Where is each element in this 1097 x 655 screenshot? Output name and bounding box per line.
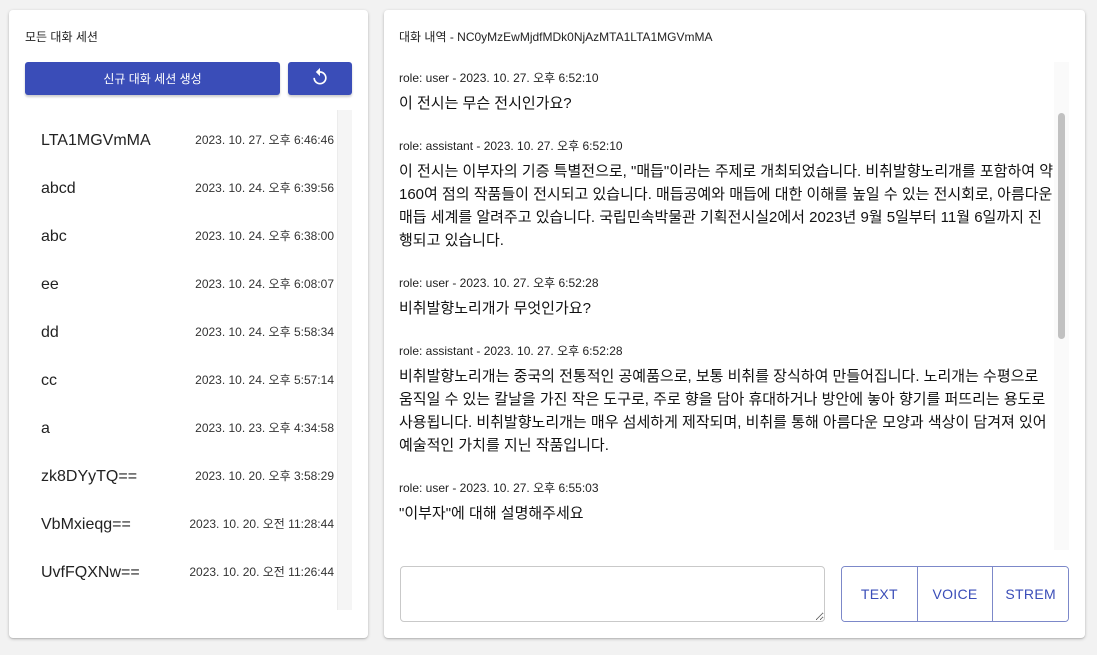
message-text: 이 전시는 무슨 전시인가요? [399, 95, 572, 112]
session-time: 2023. 10. 23. 오후 4:34:58 [195, 421, 334, 435]
session-time: 2023. 10. 27. 오후 6:46:46 [195, 133, 334, 147]
chat-history: role: user - 2023. 10. 27. 오후 6:52:10 이 … [399, 62, 1054, 550]
new-session-button[interactable]: 신규 대화 세션 생성 [25, 62, 280, 95]
session-name: VbMxieqg== [41, 516, 131, 533]
message-text: 비취발향노리개가 무엇인가요? [399, 300, 591, 317]
conversation-title: 대화 내역 - NC0yMzEwMjdfMDk0NjAzMTA1LTA1MGVm… [399, 30, 713, 44]
message-meta: role: assistant - 2023. 10. 27. 오후 6:52:… [399, 139, 623, 153]
conversation-panel: 대화 내역 - NC0yMzEwMjdfMDk0NjAzMTA1LTA1MGVm… [384, 10, 1085, 638]
session-name: a [41, 420, 50, 437]
voice-mode-button[interactable]: VOICE [916, 567, 993, 621]
session-item[interactable]: dd 2023. 10. 24. 오후 5:58:34 [25, 302, 351, 350]
session-name: LTA1MGVmMA [41, 132, 151, 149]
session-time: 2023. 10. 20. 오전 11:28:44 [189, 517, 334, 531]
chat-message: role: user - 2023. 10. 27. 오후 6:52:10 이 … [399, 69, 1054, 115]
sessions-panel-title: 모든 대화 세션 [25, 30, 98, 44]
session-name: ee [41, 276, 59, 293]
session-name: abcd [41, 180, 76, 197]
message-meta: role: user - 2023. 10. 27. 오후 6:52:10 [399, 71, 599, 85]
session-item[interactable]: ee 2023. 10. 24. 오후 6:08:07 [25, 254, 351, 302]
session-item[interactable]: a 2023. 10. 23. 오후 4:34:58 [25, 398, 351, 446]
session-item[interactable]: UvfFQXNw== 2023. 10. 20. 오전 11:26:44 [25, 542, 351, 590]
session-item[interactable]: zk8DYyTQ== 2023. 10. 20. 오후 3:58:29 [25, 446, 351, 494]
session-time: 2023. 10. 20. 오전 11:26:44 [189, 565, 334, 579]
session-time: 2023. 10. 24. 오후 5:57:14 [195, 373, 334, 387]
session-list: LTA1MGVmMA 2023. 10. 27. 오후 6:46:46 abcd… [25, 110, 351, 610]
refresh-button[interactable] [288, 62, 352, 95]
chat-scrollbar[interactable] [1054, 62, 1069, 550]
session-name: abc [41, 228, 67, 245]
session-name: zk8DYyTQ== [41, 468, 138, 485]
session-time: 2023. 10. 20. 오후 3:58:29 [195, 469, 334, 483]
session-time: 2023. 10. 24. 오후 6:08:07 [195, 277, 334, 291]
chat-message: role: user - 2023. 10. 27. 오후 6:52:28 비취… [399, 274, 1054, 320]
session-item[interactable]: cc 2023. 10. 24. 오후 5:57:14 [25, 350, 351, 398]
session-time: 2023. 10. 24. 오후 6:39:56 [195, 181, 334, 195]
message-input[interactable] [400, 566, 825, 622]
session-item[interactable]: abcd 2023. 10. 24. 오후 6:39:56 [25, 158, 351, 206]
session-item[interactable]: LTA1MGVmMA 2023. 10. 27. 오후 6:46:46 [25, 110, 351, 158]
session-time: 2023. 10. 24. 오후 6:38:00 [195, 229, 334, 243]
chat-scrollbar-thumb[interactable] [1058, 113, 1065, 339]
message-text: 비취발향노리개는 중국의 전통적인 공예품으로, 보통 비취를 장식하여 만들어… [399, 368, 1047, 454]
refresh-icon [310, 67, 330, 90]
session-list-scrollbar[interactable] [337, 110, 352, 610]
send-mode-button-group: TEXT VOICE STREM [841, 566, 1069, 622]
message-meta: role: user - 2023. 10. 27. 오후 6:55:03 [399, 481, 599, 495]
session-item[interactable]: VbMxieqg== 2023. 10. 20. 오전 11:28:44 [25, 494, 351, 542]
chat-message: role: user - 2023. 10. 27. 오후 6:55:03 "이… [399, 479, 1054, 525]
chat-message: role: assistant - 2023. 10. 27. 오후 6:52:… [399, 342, 1054, 457]
session-item[interactable]: abc 2023. 10. 24. 오후 6:38:00 [25, 206, 351, 254]
message-meta: role: user - 2023. 10. 27. 오후 6:52:28 [399, 276, 599, 290]
chat-message: role: assistant - 2023. 10. 27. 오후 6:52:… [399, 137, 1054, 252]
sessions-panel: 모든 대화 세션 신규 대화 세션 생성 LTA1MGVmMA 2023. 10… [9, 10, 368, 638]
session-name: UvfFQXNw== [41, 564, 140, 581]
message-meta: role: assistant - 2023. 10. 27. 오후 6:52:… [399, 344, 623, 358]
message-text: "이부자"에 대해 설명해주세요 [399, 505, 584, 522]
session-name: cc [41, 372, 57, 389]
session-name: dd [41, 324, 59, 341]
message-text: 이 전시는 이부자의 기증 특별전으로, "매듭"이라는 주제로 개최되었습니다… [399, 163, 1054, 249]
text-mode-button[interactable]: TEXT [842, 567, 917, 621]
stream-mode-button[interactable]: STREM [992, 567, 1068, 621]
session-time: 2023. 10. 24. 오후 5:58:34 [195, 325, 334, 339]
